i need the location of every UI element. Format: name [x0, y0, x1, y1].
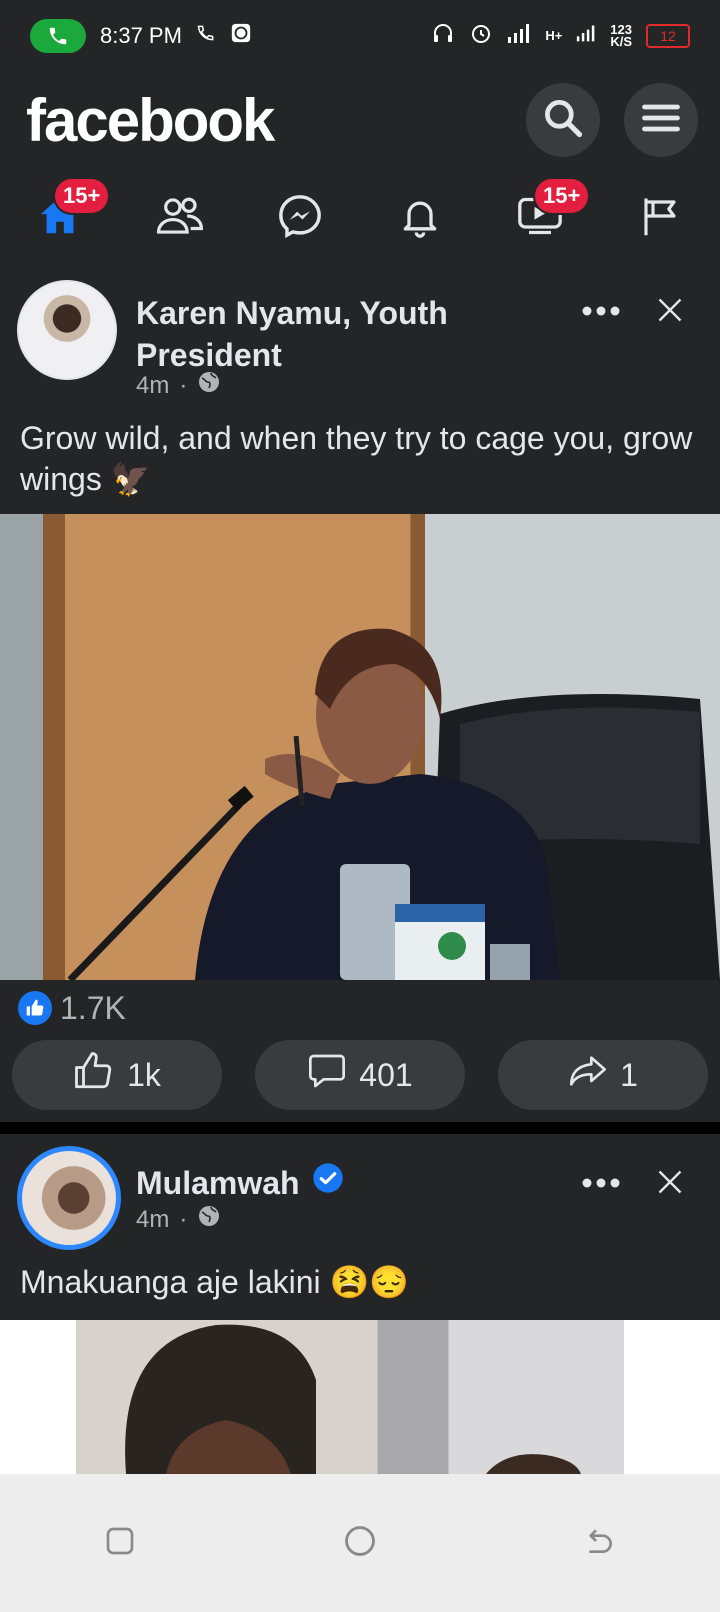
post-photo[interactable] — [0, 514, 720, 980]
signal-icon — [507, 23, 531, 49]
battery-indicator: 12 — [646, 24, 690, 48]
post-meta: 4m · — [136, 370, 221, 401]
flag-icon — [639, 193, 681, 244]
recent-apps-button[interactable] — [104, 1525, 136, 1562]
network-speed-unit: K/S — [610, 34, 632, 49]
messenger-icon — [277, 193, 323, 244]
post-header: Karen Nyamu, Youth President 4m · — [0, 268, 720, 399]
app-header: facebook — [0, 72, 720, 168]
post-photo[interactable] — [0, 1320, 720, 1474]
tab-messenger[interactable] — [265, 183, 335, 253]
feed-post: Mulamwah 4m · Mnakuanga aje lakini 😫😔 — [0, 1134, 720, 1320]
post-photo-content — [76, 1320, 624, 1474]
post-author[interactable]: Karen Nyamu, Youth President — [136, 292, 536, 376]
network-type: H+ — [545, 28, 563, 43]
menu-icon — [639, 96, 683, 145]
post-author-row: Mulamwah — [136, 1162, 344, 1204]
comment-button[interactable]: 401 — [255, 1040, 465, 1110]
status-bar: 8:37 PM H+ 123 K/S 12 — [0, 0, 720, 72]
share-icon — [568, 1051, 608, 1099]
home-button[interactable] — [343, 1524, 377, 1563]
post-photo-art — [125, 1324, 581, 1474]
reactions-count: 1.7K — [60, 989, 126, 1026]
bell-icon — [398, 193, 442, 244]
meta-dot: · — [179, 371, 188, 399]
back-button[interactable] — [584, 1525, 616, 1562]
search-button[interactable] — [526, 83, 600, 157]
system-nav-bar — [0, 1474, 720, 1612]
headphones-icon — [431, 21, 455, 51]
post-time[interactable]: 4m — [136, 1206, 169, 1234]
globe-icon — [197, 1204, 221, 1235]
thumbs-up-icon — [73, 1050, 115, 1100]
share-count: 1 — [620, 1056, 638, 1093]
post-action-row: 1k 401 1 — [12, 1040, 708, 1110]
post-text: Mnakuanga aje lakini 😫😔 — [20, 1264, 410, 1300]
status-time: 8:37 PM — [100, 23, 182, 48]
tab-video[interactable]: 15+ — [505, 177, 591, 253]
facebook-logo[interactable]: facebook — [26, 86, 275, 155]
feed-divider — [0, 1122, 720, 1134]
video-badge: 15+ — [533, 177, 591, 215]
post-author[interactable]: Mulamwah — [136, 1162, 300, 1204]
menu-button[interactable] — [624, 83, 698, 157]
post-header-actions — [582, 1168, 684, 1201]
share-button[interactable]: 1 — [498, 1040, 708, 1110]
more-options-icon[interactable] — [582, 304, 620, 322]
post-meta: 4m · — [136, 1204, 221, 1235]
like-reaction-icon — [18, 991, 52, 1025]
alarm-icon — [469, 21, 493, 51]
post-photo-art — [67, 628, 720, 980]
phone-icon — [196, 23, 216, 49]
tab-notifications[interactable] — [385, 183, 455, 253]
author-avatar-story-ring[interactable] — [17, 1146, 121, 1250]
like-button[interactable]: 1k — [12, 1040, 222, 1110]
network-speed: 123 K/S — [610, 23, 632, 49]
battery-level: 12 — [660, 28, 676, 44]
comment-count: 401 — [359, 1056, 413, 1093]
signal-icon-2 — [576, 23, 596, 49]
tab-pages[interactable] — [625, 183, 695, 253]
app-notification-icon — [230, 22, 252, 50]
friends-icon — [155, 194, 205, 243]
home-badge: 15+ — [53, 177, 111, 215]
close-icon[interactable] — [656, 296, 684, 329]
ongoing-call-icon[interactable] — [30, 19, 86, 53]
post-header-actions — [582, 296, 684, 329]
comment-icon — [307, 1051, 347, 1099]
tab-home[interactable]: 15+ — [25, 177, 111, 253]
main-nav: 15+ 15+ — [0, 168, 720, 269]
post-header: Mulamwah 4m · — [0, 1134, 720, 1258]
reactions-summary[interactable]: 1.7K — [0, 980, 720, 1036]
post-time[interactable]: 4m — [136, 372, 169, 400]
globe-icon — [197, 370, 221, 401]
verified-badge-icon — [312, 1162, 344, 1204]
more-options-icon[interactable] — [582, 1176, 620, 1194]
search-icon — [541, 96, 585, 145]
close-icon[interactable] — [656, 1168, 684, 1201]
post-text: Grow wild, and when they try to cage you… — [20, 420, 693, 497]
like-count: 1k — [127, 1056, 161, 1093]
author-avatar[interactable] — [17, 280, 117, 380]
meta-dot: · — [179, 1205, 188, 1233]
tab-friends[interactable] — [145, 183, 215, 253]
